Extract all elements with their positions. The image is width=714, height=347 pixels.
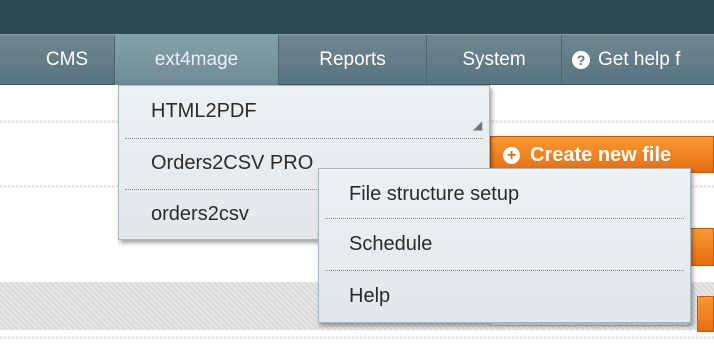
menu-item-label: Schedule bbox=[349, 233, 433, 255]
plus-circle-icon: + bbox=[503, 147, 520, 165]
menu-item-label: Help bbox=[349, 285, 391, 307]
menu-item-label: File structure setup bbox=[349, 183, 520, 205]
top-band bbox=[0, 0, 714, 34]
menu-item-html2pdf[interactable]: HTML2PDF bbox=[119, 86, 489, 138]
submenu-item-help[interactable]: Help bbox=[319, 271, 690, 323]
submenu-item-schedule[interactable]: Schedule bbox=[319, 219, 690, 271]
orders2csv-pro-submenu: File structure setup Schedule Help bbox=[318, 168, 691, 323]
nav-item-cms[interactable]: CMS bbox=[0, 35, 115, 85]
create-button-label: Create new file bbox=[530, 144, 672, 166]
divider bbox=[0, 336, 714, 339]
menu-item-label: HTML2PDF bbox=[151, 100, 257, 122]
resize-handle-icon: ◢ bbox=[473, 118, 483, 132]
menu-item-label: orders2csv bbox=[151, 203, 249, 225]
nav-help-label: Get help f bbox=[598, 49, 681, 70]
nav-item-label: ext4mage bbox=[154, 49, 239, 70]
menu-item-label: Orders2CSV PRO bbox=[151, 152, 314, 174]
nav-item-ext4mage[interactable]: ext4mage bbox=[115, 35, 279, 85]
nav-item-reports[interactable]: Reports bbox=[279, 35, 427, 85]
nav-item-label: Reports bbox=[319, 49, 386, 70]
nav-item-get-help[interactable]: ? Get help f bbox=[562, 35, 714, 85]
nav-item-label: CMS bbox=[45, 49, 89, 70]
main-navigation: CMS ext4mage Reports System ? Get help f bbox=[0, 34, 714, 85]
nav-item-label: System bbox=[462, 49, 526, 70]
orange-button-edge[interactable] bbox=[697, 296, 714, 332]
orange-button-edge[interactable] bbox=[690, 228, 714, 266]
submenu-item-file-structure-setup[interactable]: File structure setup bbox=[319, 169, 690, 221]
nav-item-system[interactable]: System bbox=[427, 35, 562, 85]
question-circle-icon: ? bbox=[572, 50, 590, 69]
